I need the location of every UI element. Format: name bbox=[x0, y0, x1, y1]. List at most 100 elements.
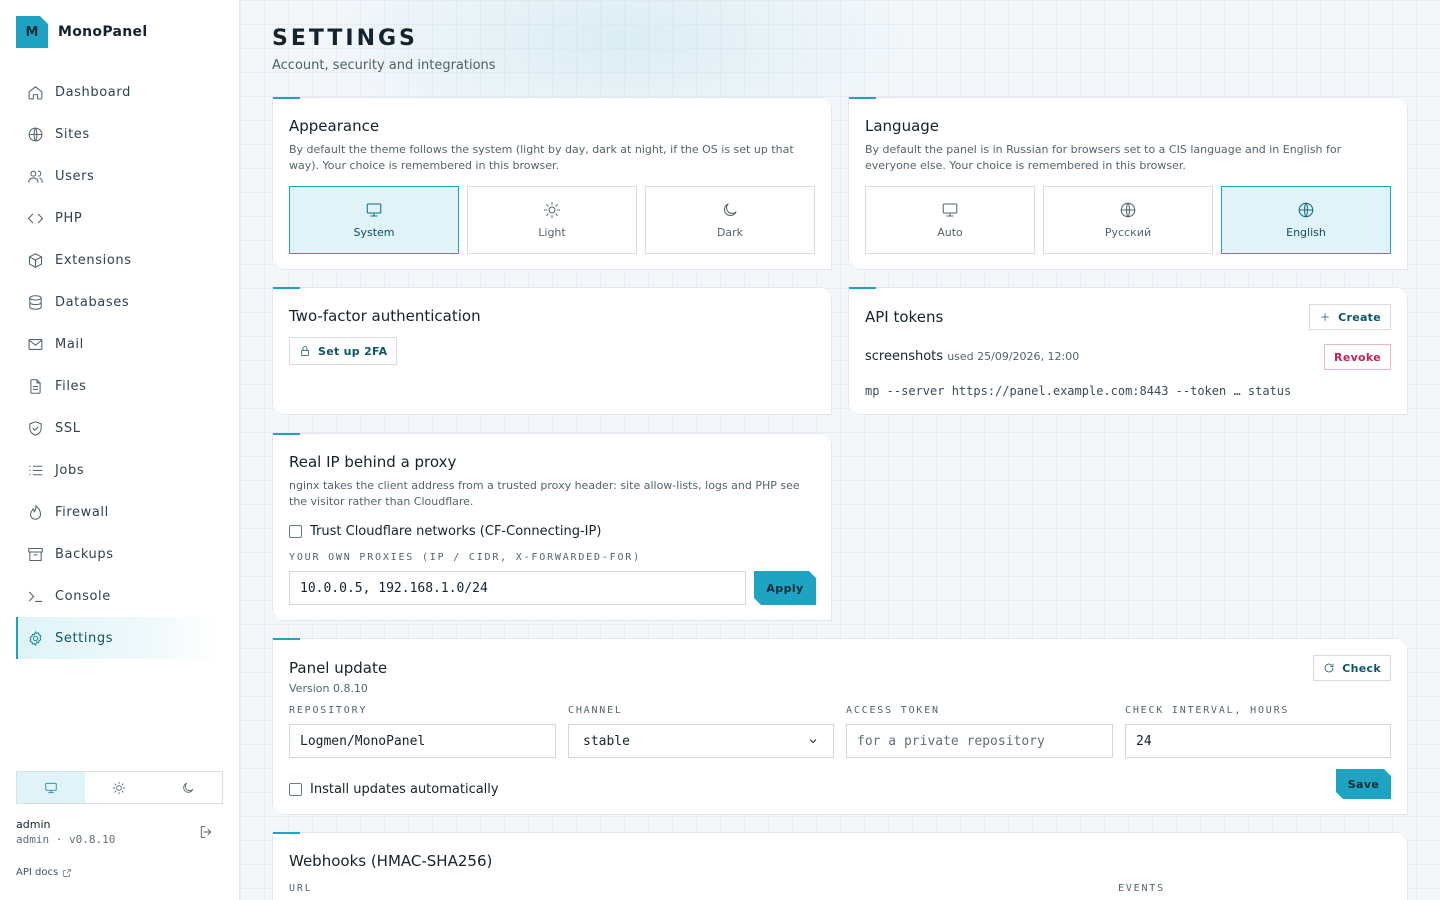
sidebar-item-label: PHP bbox=[55, 210, 83, 226]
apply-button[interactable]: Apply bbox=[754, 571, 816, 605]
proxies-input[interactable] bbox=[289, 571, 746, 605]
sidebar-item-backups[interactable]: Backups bbox=[16, 533, 222, 575]
sidebar-item-label: SSL bbox=[55, 420, 81, 436]
save-update-button[interactable]: Save bbox=[1336, 769, 1391, 799]
checkbox-label: Install updates automatically bbox=[310, 782, 499, 797]
sidebar-item-extensions[interactable]: Extensions bbox=[16, 239, 222, 281]
panel-version: Version 0.8.10 bbox=[289, 682, 368, 695]
sidebar-item-settings[interactable]: Settings bbox=[16, 617, 222, 659]
language-option-english[interactable]: English bbox=[1221, 186, 1391, 254]
brand-name: MonoPanel bbox=[58, 24, 148, 40]
sidebar-item-label: Mail bbox=[55, 336, 84, 352]
theme-system-button[interactable] bbox=[17, 772, 86, 803]
archive-icon bbox=[28, 547, 43, 561]
database-icon bbox=[29, 294, 42, 310]
option-label: System bbox=[353, 226, 395, 239]
globe-icon bbox=[28, 127, 43, 141]
webhooks-title: Webhooks (HMAC-SHA256) bbox=[289, 852, 493, 870]
monitor-icon bbox=[941, 201, 959, 219]
list-icon bbox=[29, 465, 43, 475]
refresh-icon bbox=[1323, 662, 1335, 674]
theme-light-button[interactable] bbox=[85, 772, 153, 803]
appearance-option-system[interactable]: System bbox=[289, 186, 459, 254]
sidebar: M MonoPanel Dashboard Sites Users PHP Ex… bbox=[0, 0, 240, 900]
channel-value: stable bbox=[583, 733, 630, 749]
language-option-russian[interactable]: Русский bbox=[1043, 186, 1213, 254]
plus-icon bbox=[1319, 311, 1331, 323]
check-interval-input[interactable] bbox=[1125, 724, 1391, 758]
sidebar-item-mail[interactable]: Mail bbox=[16, 323, 222, 365]
sidebar-nav: Dashboard Sites Users PHP Extensions Dat… bbox=[16, 71, 222, 659]
monitor-icon bbox=[45, 782, 57, 793]
appearance-option-light[interactable]: Light bbox=[467, 186, 637, 254]
sidebar-item-dashboard[interactable]: Dashboard bbox=[16, 71, 222, 113]
auto-update-checkbox[interactable]: Install updates automatically bbox=[289, 782, 499, 797]
terminal-icon bbox=[28, 591, 43, 602]
user-meta: admin · v0.8.10 bbox=[16, 833, 116, 846]
setup-2fa-button[interactable]: Set up 2FA bbox=[289, 337, 397, 365]
twofa-title: Two-factor authentication bbox=[289, 307, 481, 325]
access-token-label: ACCESS TOKEN bbox=[846, 705, 940, 716]
sidebar-item-ssl[interactable]: SSL bbox=[16, 407, 222, 449]
sidebar-item-label: Jobs bbox=[55, 462, 85, 478]
sidebar-item-label: Extensions bbox=[55, 252, 132, 268]
appearance-desc: By default the theme follows the system … bbox=[289, 143, 794, 172]
webhooks-card: Webhooks (HMAC-SHA256) URL EVENTS bbox=[272, 832, 1408, 900]
check-update-button[interactable]: Check bbox=[1313, 655, 1391, 681]
language-option-auto[interactable]: Auto bbox=[865, 186, 1035, 254]
sidebar-item-label: Users bbox=[55, 168, 95, 184]
brand-logo: M bbox=[16, 16, 48, 48]
checkbox-box bbox=[289, 525, 302, 538]
sidebar-item-sites[interactable]: Sites bbox=[16, 113, 222, 155]
api-tokens-title: API tokens bbox=[865, 308, 944, 326]
checkbox-label: Trust Cloudflare networks (CF-Connecting… bbox=[310, 524, 602, 539]
external-link-icon bbox=[63, 868, 71, 877]
language-card: Language By default the panel is in Russ… bbox=[848, 97, 1408, 270]
proxies-label: YOUR OWN PROXIES (IP / CIDR, X-FORWARDED… bbox=[289, 552, 641, 563]
sidebar-item-firewall[interactable]: Firewall bbox=[16, 491, 222, 533]
gear-icon bbox=[29, 630, 42, 646]
sidebar-item-users[interactable]: Users bbox=[16, 155, 222, 197]
access-token-input[interactable] bbox=[846, 724, 1113, 758]
page-subtitle: Account, security and integrations bbox=[272, 58, 496, 73]
repository-input[interactable] bbox=[289, 724, 556, 758]
logout-button[interactable] bbox=[198, 824, 214, 840]
code-icon bbox=[27, 213, 44, 223]
api-docs-label: API docs bbox=[16, 867, 59, 878]
webhook-events-label: EVENTS bbox=[1118, 883, 1165, 894]
main-content: SETTINGS Account, security and integrati… bbox=[240, 0, 1440, 900]
sidebar-item-console[interactable]: Console bbox=[16, 575, 222, 617]
check-interval-label: CHECK INTERVAL, HOURS bbox=[1125, 705, 1290, 716]
trust-cloudflare-checkbox[interactable]: Trust Cloudflare networks (CF-Connecting… bbox=[289, 524, 601, 539]
sidebar-item-label: Firewall bbox=[55, 504, 109, 520]
panel-update-card: Panel update Version 0.8.10 Check REPOSI… bbox=[272, 638, 1408, 815]
theme-dark-button[interactable] bbox=[154, 772, 222, 803]
option-label: Русский bbox=[1104, 226, 1152, 239]
check-update-label: Check bbox=[1342, 661, 1381, 675]
sidebar-item-databases[interactable]: Databases bbox=[16, 281, 222, 323]
api-tokens-card: API tokens Create screenshots used 25/09… bbox=[848, 287, 1408, 415]
sidebar-item-label: Dashboard bbox=[55, 84, 131, 100]
create-token-button[interactable]: Create bbox=[1309, 304, 1391, 330]
revoke-token-button[interactable]: Revoke bbox=[1324, 344, 1391, 370]
twofa-card: Two-factor authentication Set up 2FA bbox=[272, 287, 832, 415]
user-name: admin bbox=[16, 818, 51, 831]
channel-select[interactable]: stable bbox=[568, 724, 834, 758]
setup-2fa-label: Set up 2FA bbox=[318, 344, 388, 358]
sidebar-item-label: Backups bbox=[55, 546, 114, 562]
flame-icon bbox=[30, 504, 41, 520]
lock-icon bbox=[299, 345, 311, 357]
brand[interactable]: M MonoPanel bbox=[16, 16, 147, 48]
real-ip-desc: nginx takes the client address from a tr… bbox=[289, 479, 800, 508]
sun-icon bbox=[113, 781, 126, 794]
mail-icon bbox=[28, 338, 43, 350]
sidebar-item-jobs[interactable]: Jobs bbox=[16, 449, 222, 491]
moon-icon bbox=[183, 782, 193, 793]
sidebar-item-label: Sites bbox=[55, 126, 90, 142]
sidebar-item-files[interactable]: Files bbox=[16, 365, 222, 407]
sidebar-item-php[interactable]: PHP bbox=[16, 197, 222, 239]
appearance-option-dark[interactable]: Dark bbox=[645, 186, 815, 254]
api-docs-link[interactable]: API docs bbox=[16, 867, 72, 878]
sun-icon bbox=[543, 201, 561, 219]
page-title: SETTINGS bbox=[272, 26, 418, 51]
